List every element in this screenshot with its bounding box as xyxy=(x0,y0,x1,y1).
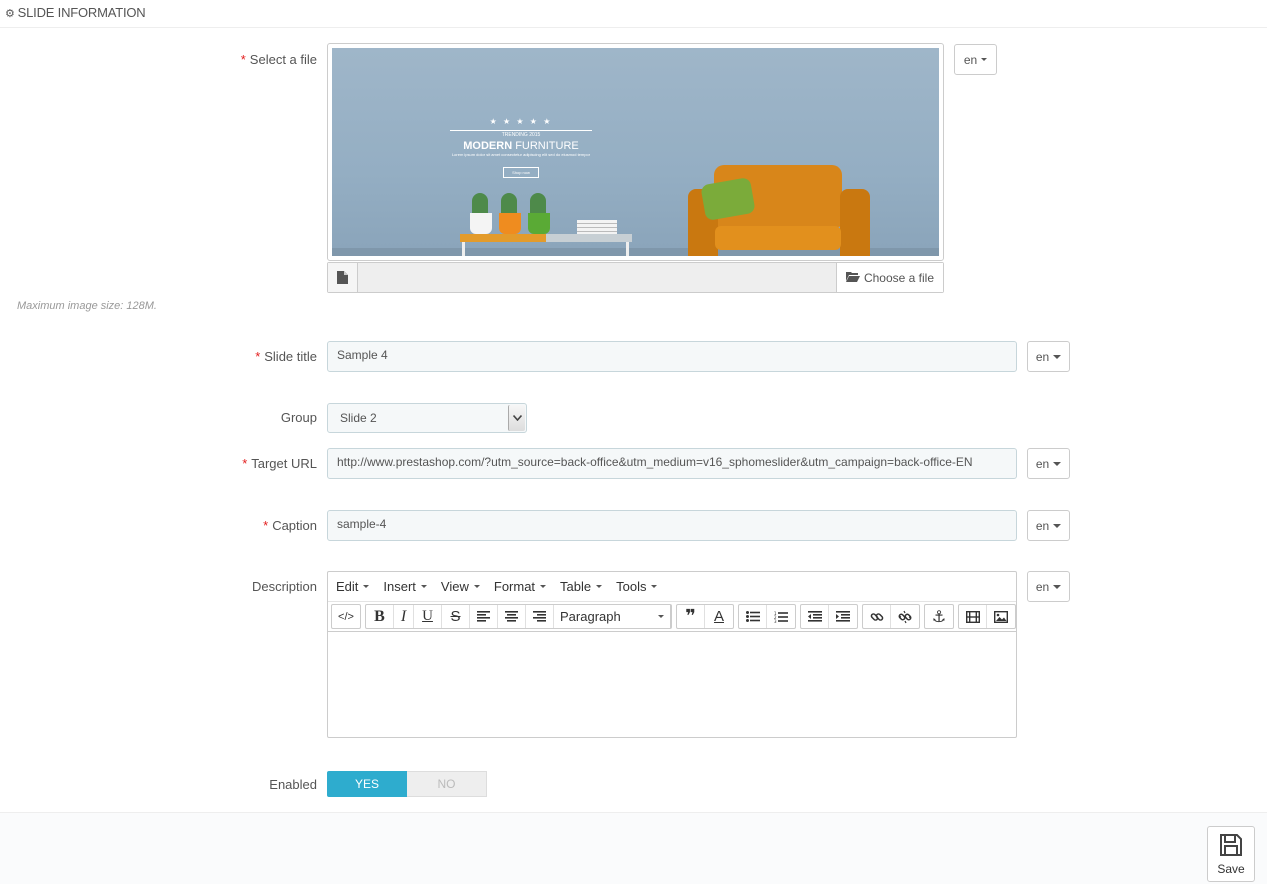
strikethrough-icon[interactable]: S xyxy=(442,605,470,628)
caption-label: * Caption xyxy=(263,518,317,533)
description-editor: Edit Insert View Format Table Tools </> … xyxy=(327,571,1017,738)
slide-title-label: * Slide title xyxy=(255,349,317,364)
description-label: Description xyxy=(251,579,317,594)
format-select[interactable]: Paragraph xyxy=(554,605,671,628)
floppy-disk-icon xyxy=(1219,833,1243,860)
blockquote-icon[interactable]: ❞ xyxy=(677,605,705,628)
bullet-list-icon[interactable] xyxy=(739,605,767,628)
group-label: Group xyxy=(280,410,317,425)
text-color-icon[interactable]: A xyxy=(705,605,733,628)
target-url-input[interactable]: http://www.prestashop.com/?utm_source=ba… xyxy=(327,448,1017,479)
panel-title: SLIDE INFORMATION xyxy=(17,5,146,20)
file-upload-control: Choose a file xyxy=(327,262,944,293)
slide-image-preview: ★ ★ ★ ★ ★ TRENDING 2015 MODERN FURNITURE… xyxy=(327,43,944,261)
choose-file-button[interactable]: Choose a file xyxy=(836,263,943,292)
caption-lang-dropdown[interactable]: en xyxy=(1027,510,1070,541)
align-left-icon[interactable] xyxy=(470,605,498,628)
group-select-value: Slide 2 xyxy=(340,411,377,425)
editor-toolbar: </> B I U S Paragraph ❞ A 123 ⚓ xyxy=(328,601,1016,632)
menu-edit[interactable]: Edit xyxy=(336,579,370,594)
anchor-icon[interactable]: ⚓ xyxy=(925,605,953,628)
slide-title-lang-dropdown[interactable]: en xyxy=(1027,341,1070,372)
description-lang-dropdown[interactable]: en xyxy=(1027,571,1070,602)
media-icon[interactable] xyxy=(959,605,987,628)
italic-icon[interactable]: I xyxy=(394,605,414,628)
underline-icon[interactable]: U xyxy=(414,605,442,628)
file-icon xyxy=(328,263,358,292)
editor-menubar: Edit Insert View Format Table Tools xyxy=(328,572,1016,601)
menu-view[interactable]: View xyxy=(441,579,480,594)
menu-tools[interactable]: Tools xyxy=(616,579,658,594)
group-select[interactable]: Slide 2 xyxy=(327,403,527,433)
unlink-icon[interactable] xyxy=(891,605,919,628)
folder-open-icon xyxy=(845,271,860,285)
target-url-label: * Target URL xyxy=(242,456,317,471)
enabled-no-option[interactable]: NO xyxy=(407,771,487,797)
menu-format[interactable]: Format xyxy=(494,579,547,594)
slide-title-input[interactable]: Sample 4 xyxy=(327,341,1017,372)
bold-icon[interactable]: B xyxy=(366,605,394,628)
enabled-label: Enabled xyxy=(269,777,317,792)
enabled-yes-option[interactable]: YES xyxy=(327,771,407,797)
gears-icon: ⚙ xyxy=(5,8,15,20)
menu-table[interactable]: Table xyxy=(560,579,603,594)
align-center-icon[interactable] xyxy=(498,605,526,628)
panel-heading: ⚙ SLIDE INFORMATION xyxy=(0,0,1267,28)
enabled-toggle: YES NO xyxy=(327,771,487,797)
preview-tagline: TRENDING 2015 xyxy=(450,130,592,140)
file-name-display xyxy=(358,263,836,292)
preview-body: Lorem ipsum dolor sit amet consectetur a… xyxy=(451,152,591,157)
panel-footer: Save xyxy=(0,812,1267,884)
link-icon[interactable] xyxy=(863,605,891,628)
outdent-icon[interactable] xyxy=(801,605,829,628)
select-file-label: * Select a file xyxy=(240,52,317,67)
target-url-lang-dropdown[interactable]: en xyxy=(1027,448,1070,479)
numbered-list-icon[interactable]: 123 xyxy=(767,605,795,628)
image-icon[interactable] xyxy=(987,605,1015,628)
save-label: Save xyxy=(1217,861,1245,876)
menu-insert[interactable]: Insert xyxy=(383,579,427,594)
source-code-icon[interactable]: </> xyxy=(332,605,360,628)
chevron-down-icon xyxy=(508,405,525,431)
preview-stars: ★ ★ ★ ★ ★ xyxy=(489,117,553,126)
editor-content-area[interactable] xyxy=(328,632,1016,736)
choose-file-label: Choose a file xyxy=(863,270,935,285)
caption-input[interactable]: sample-4 xyxy=(327,510,1017,541)
preview-cta: Shop now xyxy=(503,167,539,178)
max-size-hint: Maximum image size: 128M. xyxy=(17,300,157,312)
svg-text:3: 3 xyxy=(774,619,777,623)
slide-image: ★ ★ ★ ★ ★ TRENDING 2015 MODERN FURNITURE… xyxy=(332,48,939,256)
preview-headline: MODERN FURNITURE xyxy=(463,140,579,152)
align-right-icon[interactable] xyxy=(526,605,554,628)
file-lang-dropdown[interactable]: en xyxy=(954,44,997,75)
save-button[interactable]: Save xyxy=(1207,826,1255,882)
indent-icon[interactable] xyxy=(829,605,857,628)
